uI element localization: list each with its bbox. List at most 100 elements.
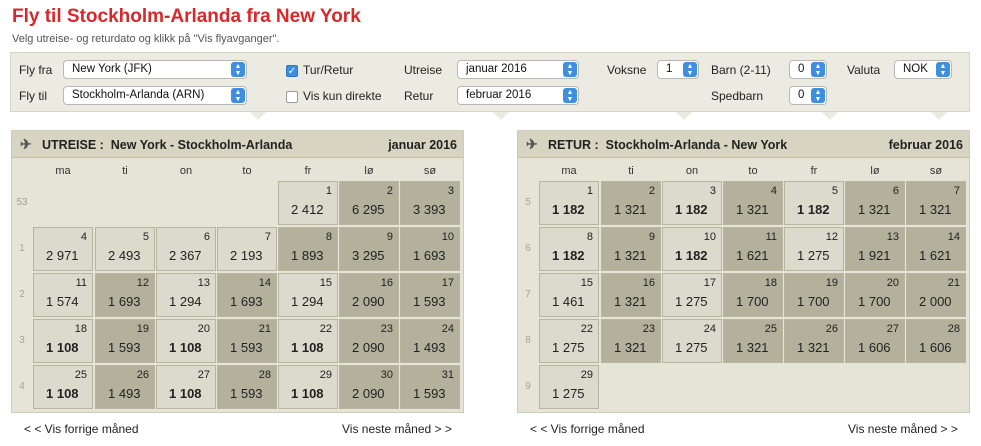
day-cell[interactable]: 22 1 275 bbox=[539, 319, 599, 363]
day-price: 2 971 bbox=[46, 248, 79, 263]
day-cell[interactable]: 51 182 bbox=[784, 181, 844, 225]
round-trip-checkbox[interactable]: ✓ bbox=[286, 65, 298, 77]
day-cell[interactable]: 25 1 321 bbox=[723, 319, 783, 363]
day-price: 1 275 bbox=[797, 248, 830, 263]
day-cell[interactable]: 21 1 593 bbox=[217, 319, 277, 363]
day-cell[interactable]: 19 1 700 bbox=[784, 273, 844, 317]
day-cell[interactable]: 17 1 593 bbox=[400, 273, 460, 317]
day-cell[interactable]: 62 367 bbox=[156, 227, 216, 271]
day-cell[interactable]: 72 193 bbox=[217, 227, 277, 271]
day-cell[interactable]: 26 1 493 bbox=[95, 365, 155, 409]
day-number: 15 bbox=[580, 277, 593, 289]
day-cell[interactable]: 12 412 bbox=[278, 181, 338, 225]
day-number: 24 bbox=[703, 323, 716, 335]
return-header: ✈ RETUR : Stockholm-Arlanda - New York f… bbox=[518, 131, 969, 158]
children-select[interactable]: 0 ▲ ▼ bbox=[789, 60, 827, 79]
day-cell[interactable]: 71 321 bbox=[906, 181, 966, 225]
day-cell[interactable]: 52 493 bbox=[95, 227, 155, 271]
day-cell[interactable]: 12 1 693 bbox=[95, 273, 155, 317]
day-number: 11 bbox=[75, 277, 87, 289]
day-cell[interactable]: 25 1 108 bbox=[33, 365, 93, 409]
day-cell[interactable]: 29 1 108 bbox=[278, 365, 338, 409]
day-cell[interactable]: 91 321 bbox=[601, 227, 661, 271]
return-route: RETUR : Stockholm-Arlanda - New York bbox=[548, 138, 788, 152]
day-cell[interactable]: 81 893 bbox=[278, 227, 338, 271]
day-cell[interactable]: 18 1 108 bbox=[33, 319, 93, 363]
depart-month-select[interactable]: januar 2016 ▲ ▼ bbox=[457, 60, 579, 79]
day-cell[interactable]: 26 1 321 bbox=[784, 319, 844, 363]
day-price: 1 593 bbox=[108, 340, 141, 355]
from-select[interactable]: New York (JFK) ▲ ▼ bbox=[63, 60, 247, 79]
day-number: 5 bbox=[831, 185, 838, 197]
infants-select[interactable]: 0 ▲ ▼ bbox=[789, 86, 827, 105]
day-number: 30 bbox=[380, 369, 393, 381]
day-cell[interactable]: 20 1 700 bbox=[845, 273, 905, 317]
day-number: 20 bbox=[197, 323, 210, 335]
direct-only-checkbox[interactable] bbox=[286, 91, 298, 103]
day-cell[interactable]: 27 1 108 bbox=[156, 365, 216, 409]
weekday-header: sø bbox=[423, 165, 437, 177]
day-cell[interactable]: 13 1 921 bbox=[845, 227, 905, 271]
infants-value: 0 bbox=[798, 89, 805, 101]
day-cell[interactable]: 28 1 593 bbox=[217, 365, 277, 409]
day-price: 1 574 bbox=[46, 294, 79, 309]
day-cell[interactable]: 23 1 321 bbox=[601, 319, 661, 363]
day-cell[interactable]: 19 1 593 bbox=[95, 319, 155, 363]
day-cell[interactable]: 61 321 bbox=[845, 181, 905, 225]
to-select[interactable]: Stockholm-Arlanda (ARN) ▲ ▼ bbox=[63, 86, 247, 105]
day-cell[interactable]: 15 1 461 bbox=[539, 273, 599, 317]
currency-select[interactable]: NOK ▲ ▼ bbox=[894, 60, 952, 79]
chevron-updown-icon: ▲ ▼ bbox=[563, 62, 577, 77]
week-number: 3 bbox=[19, 335, 25, 346]
day-cell[interactable]: 23 2 090 bbox=[339, 319, 399, 363]
day-price: 1 606 bbox=[919, 340, 952, 355]
day-cell[interactable]: 14 1 693 bbox=[217, 273, 277, 317]
day-number: 22 bbox=[580, 323, 593, 335]
day-cell[interactable]: 20 1 108 bbox=[156, 319, 216, 363]
day-cell[interactable]: 11 1 574 bbox=[33, 273, 93, 317]
day-cell[interactable]: 93 295 bbox=[339, 227, 399, 271]
adults-select[interactable]: 1 ▲ ▼ bbox=[657, 60, 699, 79]
weekday-header: ma bbox=[561, 165, 577, 177]
day-cell[interactable]: 16 1 321 bbox=[601, 273, 661, 317]
day-cell[interactable]: 26 295 bbox=[339, 181, 399, 225]
day-cell[interactable]: 28 1 606 bbox=[906, 319, 966, 363]
day-cell[interactable]: 24 1 493 bbox=[400, 319, 460, 363]
day-cell[interactable]: 15 1 294 bbox=[278, 273, 338, 317]
return-next-month-link[interactable]: Vis neste måned > > bbox=[848, 422, 958, 436]
day-cell[interactable]: 21 321 bbox=[601, 181, 661, 225]
day-cell[interactable]: 14 1 621 bbox=[906, 227, 966, 271]
day-cell[interactable]: 27 1 606 bbox=[845, 319, 905, 363]
day-cell[interactable]: 41 321 bbox=[723, 181, 783, 225]
day-cell[interactable]: 12 1 275 bbox=[784, 227, 844, 271]
day-cell[interactable]: 21 2 000 bbox=[906, 273, 966, 317]
day-price: 1 593 bbox=[413, 386, 446, 401]
day-cell[interactable]: 30 2 090 bbox=[339, 365, 399, 409]
day-price: 1 321 bbox=[736, 202, 769, 217]
day-cell[interactable]: 29 1 275 bbox=[539, 365, 599, 409]
week-number: 9 bbox=[525, 381, 531, 392]
day-cell[interactable]: 31 1 593 bbox=[400, 365, 460, 409]
day-cell[interactable]: 13 1 294 bbox=[156, 273, 216, 317]
day-cell[interactable]: 24 1 275 bbox=[662, 319, 722, 363]
day-cell[interactable]: 22 1 108 bbox=[278, 319, 338, 363]
day-cell[interactable]: 11 182 bbox=[539, 181, 599, 225]
day-cell[interactable]: 16 2 090 bbox=[339, 273, 399, 317]
day-cell[interactable]: 17 1 275 bbox=[662, 273, 722, 317]
day-cell[interactable]: 31 182 bbox=[662, 181, 722, 225]
chevron-updown-icon: ▲ ▼ bbox=[683, 62, 697, 77]
pointer-arrow bbox=[250, 112, 266, 120]
outbound-prev-month-link[interactable]: < < Vis forrige måned bbox=[24, 422, 139, 436]
day-cell[interactable]: 18 1 700 bbox=[723, 273, 783, 317]
day-cell[interactable]: 42 971 bbox=[33, 227, 93, 271]
outbound-next-month-link[interactable]: Vis neste måned > > bbox=[342, 422, 452, 436]
return-month-select[interactable]: februar 2016 ▲ ▼ bbox=[457, 86, 579, 105]
day-cell[interactable]: 81 182 bbox=[539, 227, 599, 271]
day-cell[interactable]: 10 1 693 bbox=[400, 227, 460, 271]
day-cell[interactable]: 10 1 182 bbox=[662, 227, 722, 271]
day-price: 1 693 bbox=[108, 294, 141, 309]
day-number: 10 bbox=[441, 231, 454, 243]
return-prev-month-link[interactable]: < < Vis forrige måned bbox=[530, 422, 645, 436]
day-cell[interactable]: 33 393 bbox=[400, 181, 460, 225]
day-cell[interactable]: 11 1 621 bbox=[723, 227, 783, 271]
